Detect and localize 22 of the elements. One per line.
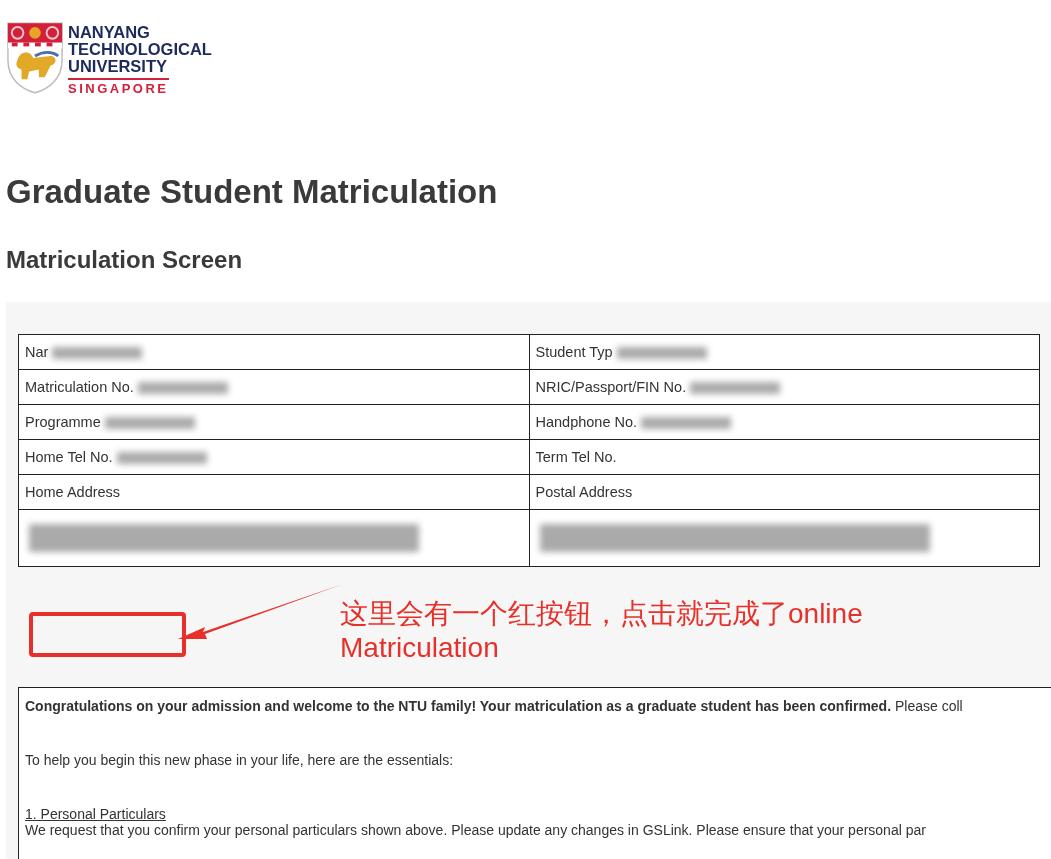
table-cell: Handphone No. (529, 404, 1040, 440)
logo-text: UNIVERSITY (68, 58, 169, 75)
table-cell: Term Tel No. (529, 439, 1040, 475)
section-heading: 1. Personal Particulars (25, 806, 166, 822)
message-text: To help you begin this new phase in your life, here are the essentials: (25, 752, 454, 768)
table-cell: Matriculation No. (18, 369, 529, 405)
logo-text: NANYANG (68, 24, 151, 41)
table-cell: Home Address (18, 474, 529, 510)
page-title: Graduate Student Matriculation (6, 172, 499, 212)
message-text: We request that you confirm your personal particulars shown above. Please update any changes in GSLink. Please ensure that your personal par (25, 822, 926, 838)
section-title: Matriculation Screen (6, 245, 244, 275)
annotation-text: 这里会有一个红按钮，点击就完成了online Matriculation (340, 597, 864, 665)
table-cell: Programme (18, 404, 529, 440)
table-cell: Nar (18, 334, 529, 370)
table-cell: Postal Address (529, 474, 1040, 510)
logo-text: TECHNOLOGICAL (68, 41, 212, 58)
table-cell: NRIC/Passport/FIN No. (529, 369, 1040, 405)
message-text: Congratulations on your admission and welcome to the NTU family! Your matriculation as a graduate student has been confirmed. Please coll (25, 698, 963, 714)
crest-icon (6, 20, 64, 96)
logo-subtitle: SINGAPORE (68, 78, 169, 98)
table-cell: Student Typ (529, 334, 1040, 370)
table-cell: Home Tel No. (18, 439, 529, 475)
